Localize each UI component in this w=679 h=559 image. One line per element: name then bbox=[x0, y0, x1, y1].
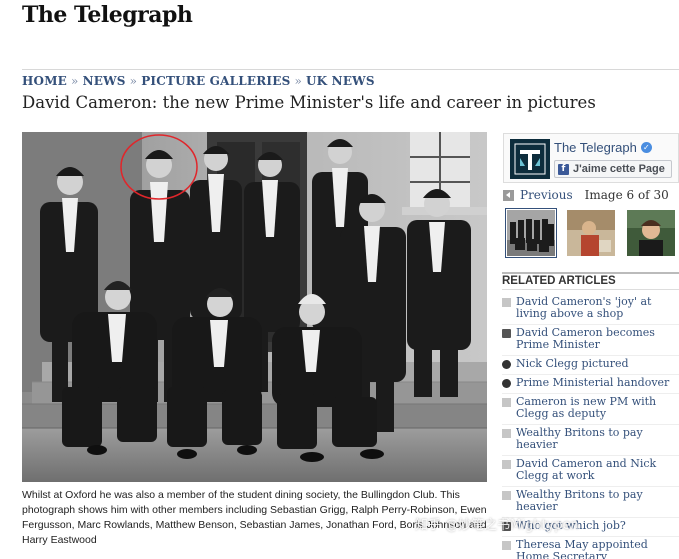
breadcrumb-home[interactable]: HOME bbox=[22, 74, 67, 88]
related-article[interactable]: David Cameron's 'joy' at living above a … bbox=[502, 294, 679, 325]
gallery-photo[interactable] bbox=[22, 132, 487, 482]
article-icon bbox=[502, 460, 511, 469]
telegraph-logo[interactable]: The Telegraph bbox=[22, 2, 193, 28]
related-article[interactable]: Theresa May appointed Home Secretary bbox=[502, 537, 679, 559]
gallery-icon bbox=[502, 329, 511, 338]
breadcrumb-news[interactable]: NEWS bbox=[83, 74, 126, 88]
breadcrumb-uk-news[interactable]: UK NEWS bbox=[306, 74, 375, 88]
thumbnail-next[interactable] bbox=[567, 210, 615, 256]
watermark-text: 知乎 @妙笔之书Mightypen bbox=[415, 518, 579, 533]
related-article-link[interactable]: David Cameron's 'joy' at living above a … bbox=[516, 296, 676, 320]
masthead-divider bbox=[22, 69, 679, 70]
verified-badge-icon: ✓ bbox=[640, 142, 652, 153]
article-icon bbox=[502, 541, 511, 550]
related-article-link[interactable]: Nick Clegg pictured bbox=[516, 358, 676, 370]
previous-link[interactable]: Previous bbox=[520, 188, 573, 202]
thumbnail-current[interactable] bbox=[505, 208, 557, 258]
breadcrumb: HOME » NEWS » PICTURE GALLERIES » UK NEW… bbox=[22, 74, 375, 88]
breadcrumb-separator: » bbox=[71, 74, 79, 88]
breadcrumb-separator: » bbox=[294, 74, 302, 88]
article-icon bbox=[502, 298, 511, 307]
related-article-link[interactable]: David Cameron and Nick Clegg at work bbox=[516, 458, 676, 482]
related-article-link[interactable]: Wealthy Britons to pay heavier bbox=[516, 489, 676, 513]
related-article-link[interactable]: Theresa May appointed Home Secretary bbox=[516, 539, 676, 559]
video-icon bbox=[502, 360, 511, 369]
related-article-link[interactable]: Prime Ministerial handover bbox=[516, 377, 676, 389]
breadcrumb-separator: » bbox=[129, 74, 138, 88]
article-icon bbox=[502, 491, 511, 500]
related-article-link[interactable]: David Cameron becomes Prime Minister bbox=[516, 327, 676, 351]
facebook-like-button[interactable]: f J'aime cette Page bbox=[554, 160, 672, 178]
gallery-navigation: Previous Image 6 of 30 bbox=[503, 188, 669, 202]
related-articles-header: RELATED ARTICLES bbox=[502, 272, 679, 290]
video-icon bbox=[502, 379, 511, 388]
facebook-page-name-text: The Telegraph bbox=[554, 140, 637, 155]
facebook-page-name[interactable]: The Telegraph ✓ bbox=[554, 140, 652, 155]
facebook-like-box: The Telegraph ✓ f J'aime cette Page bbox=[503, 133, 679, 183]
thumbnail-following[interactable] bbox=[627, 210, 675, 256]
gallery-thumbnails bbox=[505, 208, 675, 258]
page-title: David Cameron: the new Prime Minister's … bbox=[22, 93, 596, 112]
related-article[interactable]: David Cameron and Nick Clegg at work bbox=[502, 456, 679, 487]
breadcrumb-picture-galleries[interactable]: PICTURE GALLERIES bbox=[141, 74, 290, 88]
related-article[interactable]: Cameron is new PM with Clegg as deputy bbox=[502, 394, 679, 425]
telegraph-t-logo-icon[interactable] bbox=[510, 139, 550, 179]
facebook-like-label: J'aime cette Page bbox=[573, 163, 665, 175]
related-article[interactable]: David Cameron becomes Prime Minister bbox=[502, 325, 679, 356]
article-icon bbox=[502, 398, 511, 407]
related-article[interactable]: Prime Ministerial handover bbox=[502, 375, 679, 394]
related-article-link[interactable]: Wealthy Britons to pay heavier bbox=[516, 427, 676, 451]
article-icon bbox=[502, 429, 511, 438]
previous-arrow-icon[interactable] bbox=[503, 189, 514, 201]
facebook-icon: f bbox=[558, 163, 569, 175]
image-counter: Image 6 of 30 bbox=[584, 188, 669, 202]
related-article[interactable]: Wealthy Britons to pay heavier bbox=[502, 425, 679, 456]
related-article-link[interactable]: Cameron is new PM with Clegg as deputy bbox=[516, 396, 676, 420]
group-portrait-image bbox=[22, 132, 487, 482]
related-article[interactable]: Nick Clegg pictured bbox=[502, 356, 679, 375]
